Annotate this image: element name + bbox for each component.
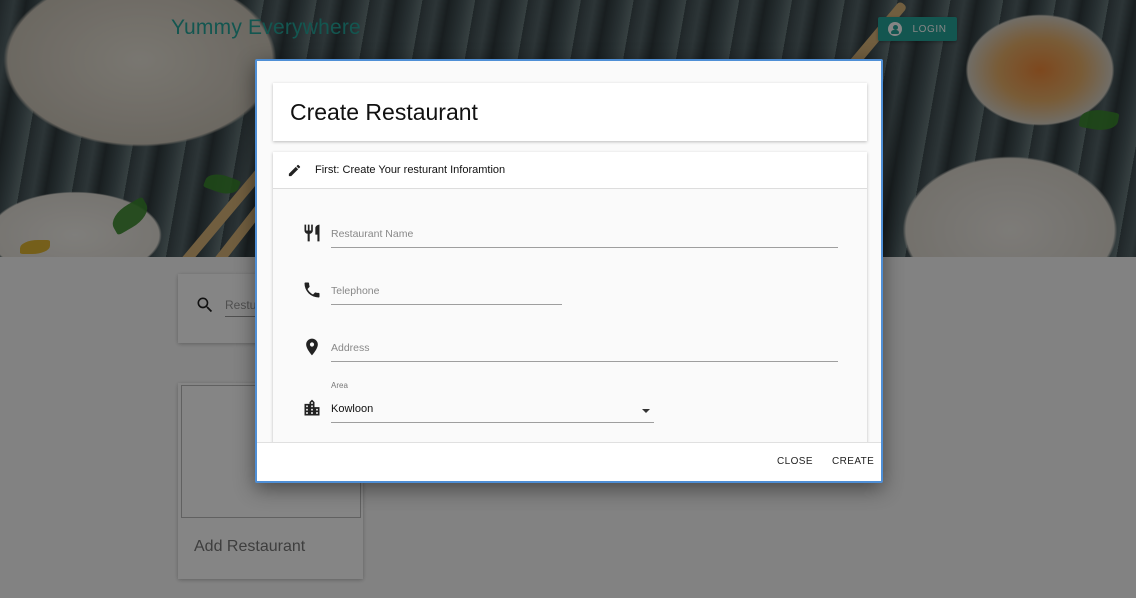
location-icon (306, 338, 318, 356)
dialog-title-card: Create Restaurant (273, 83, 867, 141)
area-row: Area Kowloon (302, 381, 654, 423)
telephone-field[interactable]: Telephone (331, 277, 562, 305)
restaurant-name-placeholder: Restaurant Name (331, 228, 414, 240)
close-button[interactable]: CLOSE (777, 456, 813, 467)
edit-icon (288, 164, 301, 176)
telephone-row: Telephone (302, 277, 562, 305)
restaurant-name-field[interactable]: Restaurant Name (331, 220, 838, 248)
telephone-placeholder: Telephone (331, 285, 380, 297)
dialog-actions: CLOSE CREATE (257, 442, 881, 481)
area-label: Area (331, 381, 348, 390)
restaurant-icon (304, 224, 320, 242)
restaurant-name-row: Restaurant Name (302, 220, 838, 248)
area-selected-value: Kowloon (331, 403, 374, 415)
address-placeholder: Address (331, 342, 370, 354)
dialog-title: Create Restaurant (290, 99, 478, 125)
address-row: Address (302, 334, 838, 362)
phone-icon (304, 282, 320, 298)
form-section-header[interactable]: First: Create Your resturant Inforamtion (273, 152, 867, 189)
create-restaurant-dialog: Create Restaurant First: Create Your res… (255, 59, 883, 483)
restaurant-form-card: First: Create Your resturant Inforamtion… (273, 152, 867, 452)
form-section-title: First: Create Your resturant Inforamtion (315, 164, 506, 176)
address-field[interactable]: Address (331, 334, 838, 362)
chevron-down-icon[interactable] (642, 409, 650, 413)
city-icon (304, 399, 320, 416)
create-button[interactable]: CREATE (832, 456, 874, 467)
area-select[interactable]: Area Kowloon (331, 381, 654, 423)
